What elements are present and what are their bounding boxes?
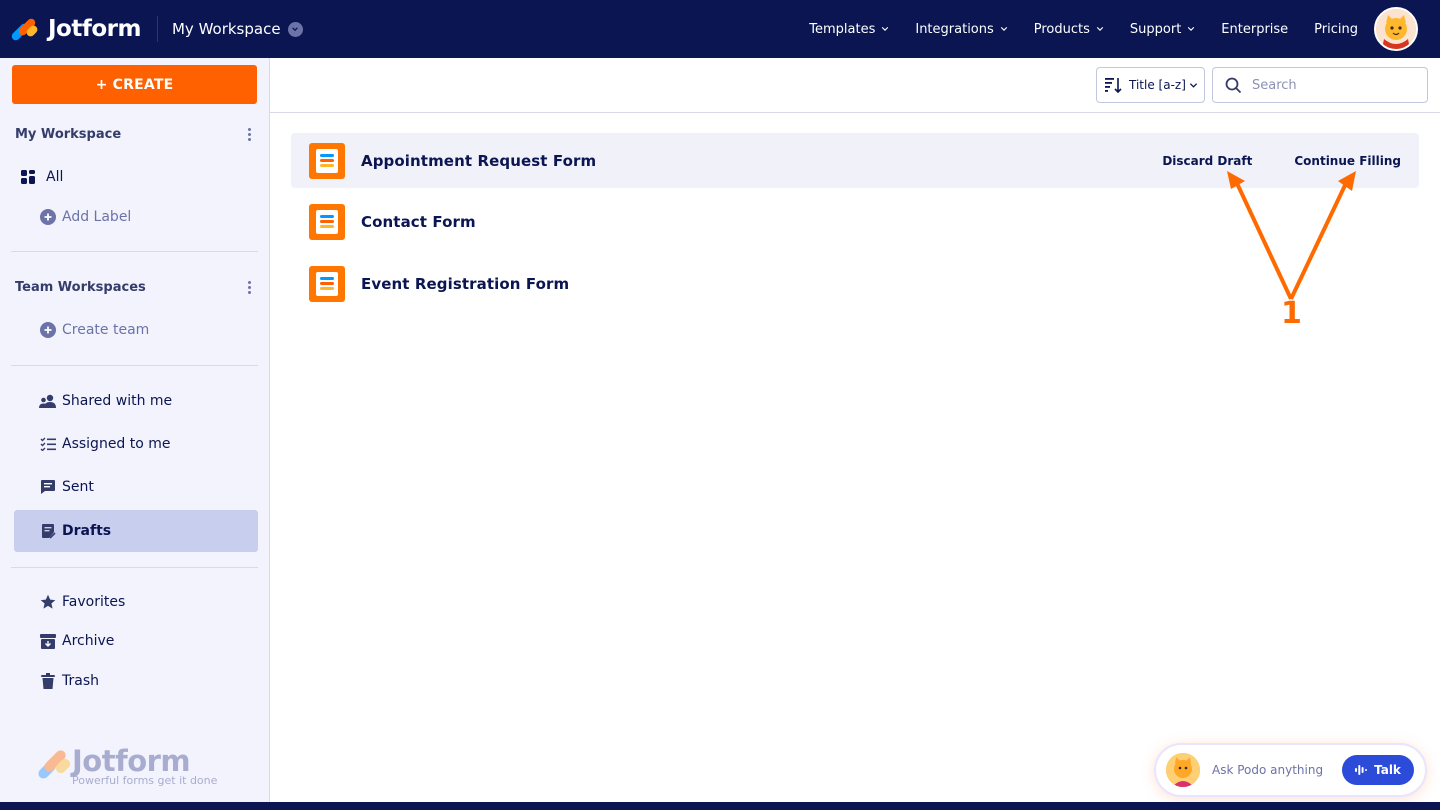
brand-name: Jotform [48, 16, 141, 42]
sidebar-divider [11, 251, 258, 252]
voice-wave-icon [1355, 765, 1368, 775]
sidebar-item-sent[interactable]: Sent [14, 467, 258, 507]
discard-draft-button[interactable]: Discard Draft [1162, 154, 1252, 168]
plus-circle-icon [39, 208, 57, 226]
user-avatar[interactable] [1374, 7, 1418, 51]
more-options-icon[interactable] [243, 128, 255, 141]
sidebar-divider [11, 567, 258, 568]
my-workspace-title: My Workspace [15, 127, 122, 142]
sidebar-item-shared-with-me[interactable]: Shared with me [14, 381, 258, 421]
talk-button[interactable]: Talk [1342, 755, 1414, 785]
star-icon [39, 593, 57, 611]
jotform-logo-icon [10, 17, 40, 42]
podo-avatar [1166, 753, 1200, 787]
sidebar-item-favorites[interactable]: Favorites [14, 582, 258, 622]
workspace-switcher-label: My Workspace [171, 20, 281, 38]
add-label-button[interactable]: Add Label [14, 197, 258, 237]
nav-pricing[interactable]: Pricing [1314, 22, 1358, 37]
nav-enterprise[interactable]: Enterprise [1221, 22, 1288, 37]
message-icon [39, 478, 57, 496]
chevron-down-icon [1096, 27, 1104, 31]
continue-filling-button[interactable]: Continue Filling [1294, 154, 1401, 168]
chevron-down-icon [882, 27, 889, 31]
sort-dropdown[interactable]: Title [a-z] [1096, 67, 1205, 103]
nav-divider [156, 16, 158, 42]
form-icon [309, 265, 345, 302]
top-navigation-bar: Jotform My Workspace Templates Integrati… [0, 0, 1440, 58]
annotation-number: 1 [1281, 296, 1302, 331]
search-icon [1225, 77, 1242, 93]
grid-icon [19, 168, 37, 186]
chevron-down-icon [287, 21, 303, 37]
sort-label: Title [a-z] [1129, 78, 1186, 92]
form-row-event-registration[interactable]: Event Registration Form [291, 256, 1419, 311]
nav-products[interactable]: Products [1034, 22, 1104, 37]
chevron-down-icon [1189, 82, 1197, 88]
avatar-cat-icon [1376, 9, 1416, 49]
search-box [1212, 67, 1428, 103]
chevron-down-icon [1000, 27, 1007, 31]
sidebar: + CREATE My Workspace All Add Label Team… [0, 58, 270, 810]
team-workspaces-title: Team Workspaces [15, 280, 146, 295]
sidebar-item-archive[interactable]: Archive [14, 621, 258, 661]
nav-templates[interactable]: Templates [809, 22, 889, 37]
checklist-icon [39, 435, 57, 453]
search-input[interactable] [1252, 77, 1412, 93]
nav-support[interactable]: Support [1130, 22, 1195, 37]
bottom-strip [0, 802, 1440, 810]
plus-circle-icon [39, 321, 57, 339]
footer-wordmark: Jotform [72, 744, 191, 778]
draft-icon [39, 522, 57, 540]
trash-icon [39, 672, 57, 690]
nav-integrations[interactable]: Integrations [915, 22, 1007, 37]
users-icon [39, 392, 57, 410]
footer-tagline: Powerful forms get it done [72, 774, 218, 787]
archive-icon [39, 632, 57, 650]
form-title[interactable]: Appointment Request Form [361, 152, 596, 170]
form-icon [309, 203, 345, 240]
sidebar-footer-logo: Jotform Powerful forms get it done [38, 744, 218, 788]
jotform-logo[interactable]: Jotform [10, 16, 141, 42]
sidebar-item-all[interactable]: All [14, 157, 258, 197]
form-title[interactable]: Event Registration Form [361, 275, 569, 293]
main-nav: Templates Integrations Products Support … [783, 0, 1358, 58]
podo-assistant[interactable]: Ask Podo anything Talk [1156, 745, 1425, 795]
jotform-logo-icon [38, 750, 71, 779]
workspace-switcher[interactable]: My Workspace [172, 20, 303, 38]
form-row-appointment-request[interactable]: Appointment Request Form Discard Draft C… [291, 133, 1419, 188]
sort-icon [1105, 78, 1122, 93]
chevron-down-icon [1188, 27, 1195, 31]
podo-prompt[interactable]: Ask Podo anything [1212, 763, 1323, 777]
form-row-contact[interactable]: Contact Form [291, 194, 1419, 249]
team-workspaces-header: Team Workspaces [15, 280, 255, 295]
sidebar-divider [11, 365, 258, 366]
create-team-button[interactable]: Create team [14, 310, 258, 350]
my-workspace-header: My Workspace [15, 127, 255, 142]
sidebar-item-trash[interactable]: Trash [14, 661, 258, 701]
more-options-icon[interactable] [243, 281, 255, 294]
row-actions: Discard Draft Continue Filling [1162, 133, 1401, 188]
sidebar-item-assigned-to-me[interactable]: Assigned to me [14, 424, 258, 464]
create-button[interactable]: + CREATE [12, 65, 257, 104]
list-toolbar: Title [a-z] [270, 58, 1440, 113]
sidebar-item-drafts[interactable]: Drafts [14, 510, 258, 552]
form-title[interactable]: Contact Form [361, 213, 476, 231]
form-icon [309, 142, 345, 179]
